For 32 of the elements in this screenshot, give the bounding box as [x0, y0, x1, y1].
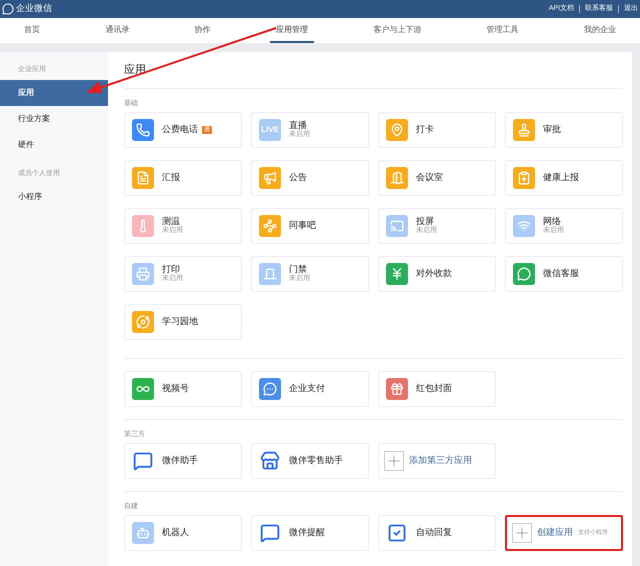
plus-icon [512, 523, 532, 543]
add-app-card[interactable]: 添加第三方应用 [378, 443, 496, 479]
app-card[interactable]: 汇报 [124, 160, 242, 196]
nav-tab[interactable]: 我的企业 [578, 18, 622, 43]
app-card[interactable]: 自动回复 [378, 515, 496, 551]
nav-tab[interactable]: 首页 [18, 18, 46, 43]
nav-tab[interactable]: 应用管理 [270, 18, 314, 43]
app-card[interactable]: 同事吧 [251, 208, 369, 244]
app-card[interactable]: 视频号 [124, 371, 242, 407]
plus-icon [384, 451, 404, 471]
app-card[interactable]: 微信客服 [505, 256, 623, 292]
app-card[interactable]: 会议室 [378, 160, 496, 196]
sidebar-item[interactable]: 应用 [0, 80, 108, 106]
app-card[interactable]: 企业支付 [251, 371, 369, 407]
app-card[interactable]: 机器人 [124, 515, 242, 551]
app-card[interactable]: 打卡 [378, 112, 496, 148]
logo-text: 企业微信 [16, 2, 52, 16]
app-icon: LIVE [259, 119, 281, 141]
app-card[interactable]: 微伴提醒 [251, 515, 369, 551]
app-card[interactable]: 对外收款 [378, 256, 496, 292]
app-card[interactable]: 红包封面 [378, 371, 496, 407]
app-card[interactable]: 公告 [251, 160, 369, 196]
app-card[interactable]: 学习园地 [124, 304, 242, 340]
app-card[interactable]: 微伴零售助手 [251, 443, 369, 479]
app-card[interactable]: 健康上报 [505, 160, 623, 196]
app-card[interactable]: 微伴助手 [124, 443, 242, 479]
nav-tab[interactable]: 协作 [188, 18, 217, 43]
logo-icon [2, 3, 14, 15]
nav-tab[interactable]: 客户与上下游 [367, 18, 428, 43]
app-card[interactable]: 审批 [505, 112, 623, 148]
nav-tab[interactable]: 管理工具 [480, 18, 525, 43]
nav-tab[interactable]: 通讯录 [99, 18, 136, 43]
